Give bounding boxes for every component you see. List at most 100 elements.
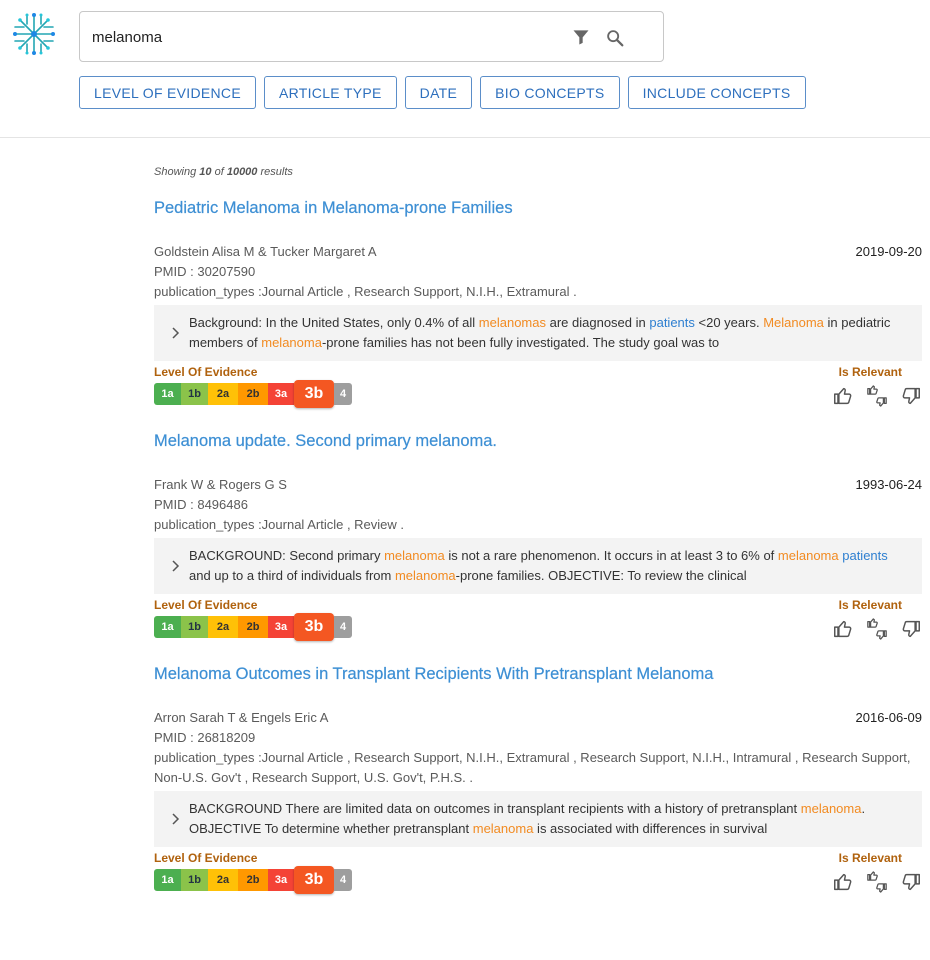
level-of-evidence-label: Level Of Evidence <box>154 851 258 865</box>
header: LEVEL OF EVIDENCE ARTICLE TYPE DATE BIO … <box>0 0 930 138</box>
evidence-level-3b-selected: 3b <box>294 613 334 641</box>
result-meta: Goldstein Alisa M & Tucker Margaret A 20… <box>154 242 922 302</box>
thumbs-up-icon[interactable] <box>832 618 854 640</box>
relevance-votes <box>832 618 922 640</box>
thumbs-up-down-icon[interactable] <box>866 385 888 407</box>
level-of-evidence-bar: 1a 1b 2a 2b 3a 3b 4 <box>154 613 352 641</box>
evidence-level-2b: 2b <box>238 869 268 891</box>
search-icon[interactable] <box>604 27 626 49</box>
result-item: Pediatric Melanoma in Melanoma-prone Fam… <box>154 199 922 415</box>
abstract-segment: <20 years. <box>694 315 764 330</box>
search-box <box>79 11 664 62</box>
abstract-segment: are diagnosed in <box>546 315 650 330</box>
abstract-highlight: patients <box>842 548 888 563</box>
evidence-level-3a: 3a <box>268 616 294 638</box>
filter-include-concepts-button[interactable]: INCLUDE CONCEPTS <box>627 76 806 109</box>
thumbs-up-down-icon[interactable] <box>866 871 888 893</box>
result-item: Melanoma Outcomes in Transplant Recipien… <box>154 665 922 901</box>
thumbs-up-icon[interactable] <box>832 871 854 893</box>
thumbs-up-icon[interactable] <box>832 385 854 407</box>
result-authors: Arron Sarah T & Engels Eric A <box>154 710 329 725</box>
evidence-level-2a: 2a <box>208 383 238 405</box>
result-meta: Arron Sarah T & Engels Eric A 2016-06-09… <box>154 708 922 788</box>
abstract-text: Background: In the United States, only 0… <box>189 315 890 350</box>
abstract-highlight: melanomas <box>478 315 546 330</box>
evidence-level-1a: 1a <box>154 383 181 405</box>
chevron-right-icon <box>172 327 180 339</box>
search-input[interactable] <box>92 26 552 48</box>
abstract-highlight: melanoma <box>472 821 534 836</box>
result-publication-types: publication_types :Journal Article , Rev… <box>154 517 405 532</box>
level-of-evidence-bar: 1a 1b 2a 2b 3a 3b 4 <box>154 380 352 408</box>
result-title-link[interactable]: Melanoma update. Second primary melanoma… <box>154 432 922 454</box>
chevron-right-icon <box>172 560 180 572</box>
result-title-link[interactable]: Pediatric Melanoma in Melanoma-prone Fam… <box>154 199 922 221</box>
thumbs-down-icon[interactable] <box>900 385 922 407</box>
abstract-text: BACKGROUND There are limited data on out… <box>189 801 865 836</box>
filter-date-button[interactable]: DATE <box>404 76 473 109</box>
evidence-level-1b: 1b <box>181 383 208 405</box>
abstract-segment: is associated with differences in surviv… <box>533 821 768 836</box>
filter-bio-concepts-button[interactable]: BIO CONCEPTS <box>480 76 620 109</box>
is-relevant-label: Is Relevant <box>838 851 902 865</box>
evidence-level-4: 4 <box>334 383 352 405</box>
results-count: Showing 10 of 10000 results <box>154 166 293 178</box>
abstract-highlight: melanoma <box>777 548 839 563</box>
evidence-level-2b: 2b <box>238 616 268 638</box>
result-date: 2019-09-20 <box>855 244 923 259</box>
evidence-level-1a: 1a <box>154 616 181 638</box>
abstract-highlight: Melanoma <box>763 315 824 330</box>
is-relevant-label: Is Relevant <box>838 598 902 612</box>
thumbs-down-icon[interactable] <box>900 871 922 893</box>
filter-bar: LEVEL OF EVIDENCE ARTICLE TYPE DATE BIO … <box>79 76 806 109</box>
abstract-segment: and up to a third of individuals from <box>189 568 395 583</box>
evidence-row: Level Of Evidence Is Relevant 1a 1b 2a 2b 3a… <box>154 851 922 901</box>
level-of-evidence-label: Level Of Evidence <box>154 598 258 612</box>
abstract-expander[interactable]: BACKGROUND: Second primary melanoma is n… <box>154 538 922 594</box>
result-date: 1993-06-24 <box>855 477 923 492</box>
filter-article-type-button[interactable]: ARTICLE TYPE <box>263 76 397 109</box>
abstract-highlight: melanoma <box>800 801 862 816</box>
filter-level-of-evidence-button[interactable]: LEVEL OF EVIDENCE <box>79 76 256 109</box>
chevron-right-icon <box>172 813 180 825</box>
evidence-level-2a: 2a <box>208 616 238 638</box>
evidence-level-1b: 1b <box>181 869 208 891</box>
abstract-segment: -prone families has not been fully inves… <box>321 335 720 350</box>
abstract-segment: BACKGROUND There are limited data on out… <box>189 801 801 816</box>
evidence-level-1a: 1a <box>154 869 181 891</box>
result-title-link[interactable]: Melanoma Outcomes in Transplant Recipien… <box>154 665 922 687</box>
thumbs-down-icon[interactable] <box>900 618 922 640</box>
result-publication-types: publication_types :Journal Article , Res… <box>154 750 911 785</box>
logo-icon[interactable] <box>12 12 56 56</box>
result-pmid: PMID : 30207590 <box>154 264 256 279</box>
result-authors: Goldstein Alisa M & Tucker Margaret A <box>154 244 377 259</box>
abstract-expander[interactable]: Background: In the United States, only 0… <box>154 305 922 361</box>
abstract-segment: -prone families. OBJECTIVE: To review th… <box>455 568 747 583</box>
relevance-votes <box>832 871 922 893</box>
level-of-evidence-bar: 1a 1b 2a 2b 3a 3b 4 <box>154 866 352 894</box>
abstract-highlight: patients <box>649 315 695 330</box>
relevance-votes <box>832 385 922 407</box>
result-item: Melanoma update. Second primary melanoma… <box>154 432 922 648</box>
result-pmid: PMID : 26818209 <box>154 730 256 745</box>
evidence-level-4: 4 <box>334 869 352 891</box>
evidence-level-2b: 2b <box>238 383 268 405</box>
result-pmid: PMID : 8496486 <box>154 497 248 512</box>
abstract-text: BACKGROUND: Second primary melanoma is n… <box>189 548 888 583</box>
result-authors: Frank W & Rogers G S <box>154 477 287 492</box>
abstract-expander[interactable]: BACKGROUND There are limited data on out… <box>154 791 922 847</box>
result-meta: Frank W & Rogers G S 1993-06-24 PMID : 8… <box>154 475 922 535</box>
results-list: Showing 10 of 10000 results Pediatric Me… <box>154 166 922 901</box>
evidence-row: Level Of Evidence Is Relevant 1a 1b 2a 2b 3a… <box>154 365 922 415</box>
evidence-level-3a: 3a <box>268 383 294 405</box>
abstract-segment: BACKGROUND: Second primary <box>189 548 385 563</box>
abstract-segment: is not a rare phenomenon. It occurs in a… <box>444 548 778 563</box>
is-relevant-label: Is Relevant <box>838 365 902 379</box>
evidence-level-3a: 3a <box>268 869 294 891</box>
evidence-level-3b-selected: 3b <box>294 380 334 408</box>
thumbs-up-down-icon[interactable] <box>866 618 888 640</box>
filter-icon[interactable] <box>571 27 591 47</box>
abstract-highlight: melanoma <box>394 568 456 583</box>
evidence-level-4: 4 <box>334 616 352 638</box>
abstract-highlight: melanoma <box>384 548 445 563</box>
